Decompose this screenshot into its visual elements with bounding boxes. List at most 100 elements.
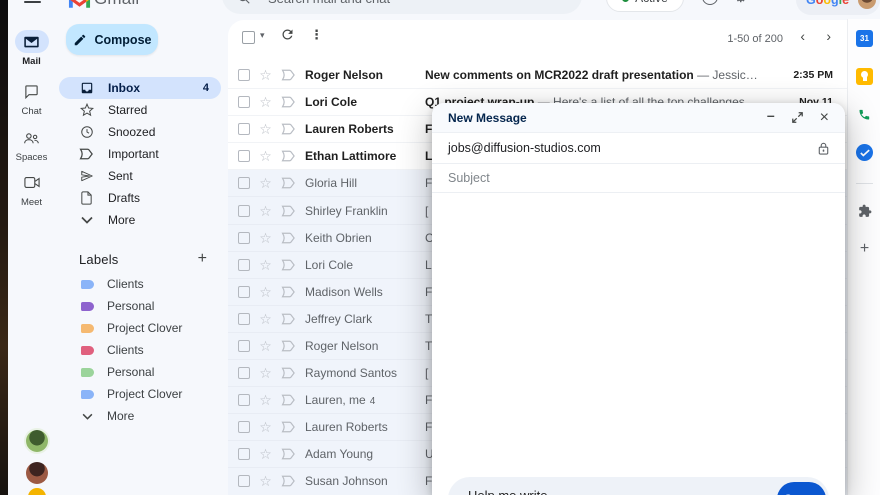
important-icon[interactable]: [281, 421, 297, 433]
close-icon[interactable]: ×: [820, 110, 829, 126]
presence-avatar[interactable]: [28, 488, 46, 495]
star-icon[interactable]: ☆: [258, 176, 273, 190]
sidebar-item-sent[interactable]: Sent: [59, 165, 221, 187]
sidebar-item-drafts[interactable]: Drafts: [59, 187, 221, 209]
star-icon[interactable]: ☆: [258, 312, 273, 326]
important-icon[interactable]: [281, 69, 297, 81]
keep-icon[interactable]: [856, 68, 873, 85]
star-icon[interactable]: ☆: [258, 258, 273, 272]
compose-button[interactable]: Compose: [66, 24, 158, 55]
minimize-icon[interactable]: –: [767, 108, 775, 122]
calendar-icon[interactable]: 31: [856, 30, 873, 47]
important-icon[interactable]: [281, 177, 297, 189]
row-checkbox[interactable]: [238, 205, 250, 217]
rail-item-spaces[interactable]: Spaces: [8, 126, 55, 163]
star-icon[interactable]: ☆: [258, 285, 273, 299]
add-panel-icon[interactable]: +: [856, 240, 873, 257]
refresh-icon[interactable]: [280, 27, 295, 42]
subject-field[interactable]: [432, 164, 845, 193]
sidebar-item-snoozed[interactable]: Snoozed: [59, 121, 221, 143]
row-checkbox[interactable]: [238, 232, 250, 244]
star-icon[interactable]: ☆: [258, 447, 273, 461]
sidebar-item-starred[interactable]: Starred: [59, 99, 221, 121]
important-icon[interactable]: [281, 96, 297, 108]
email-row[interactable]: ☆ Roger Nelson New comments on MCR2022 d…: [228, 62, 847, 89]
add-label-icon[interactable]: +: [198, 250, 207, 268]
search-bar[interactable]: Search mail and chat: [222, 0, 582, 14]
sidebar-item-inbox[interactable]: Inbox 4: [59, 77, 221, 99]
account-pill[interactable]: Google: [796, 0, 880, 15]
more-options-icon[interactable]: •••: [765, 0, 784, 4]
row-checkbox[interactable]: [238, 475, 250, 487]
row-checkbox[interactable]: [238, 123, 250, 135]
popout-icon[interactable]: [792, 112, 803, 123]
tasks-icon[interactable]: [856, 144, 873, 161]
sidebar-item-more[interactable]: More: [59, 209, 221, 231]
compose-header[interactable]: New Message – ×: [432, 103, 845, 133]
star-icon[interactable]: ☆: [258, 231, 273, 245]
important-icon[interactable]: [281, 123, 297, 135]
row-checkbox[interactable]: [238, 286, 250, 298]
help-me-write-bar[interactable]: Help me write Create: [448, 477, 829, 495]
row-checkbox[interactable]: [238, 150, 250, 162]
settings-gear-icon[interactable]: ⚙: [734, 0, 747, 6]
important-icon[interactable]: [281, 367, 297, 379]
star-icon[interactable]: ☆: [258, 339, 273, 353]
important-icon[interactable]: [281, 475, 297, 487]
recipients-field[interactable]: jobs@diffusion-studios.com: [432, 133, 845, 164]
row-checkbox[interactable]: [238, 367, 250, 379]
select-all-checkbox[interactable]: [242, 31, 255, 44]
important-icon[interactable]: [281, 205, 297, 217]
star-icon[interactable]: ☆: [258, 122, 273, 136]
label-item[interactable]: Personal: [59, 361, 221, 383]
star-icon[interactable]: ☆: [258, 204, 273, 218]
row-checkbox[interactable]: [238, 313, 250, 325]
star-icon[interactable]: ☆: [258, 149, 273, 163]
older-page-icon[interactable]: ›: [826, 28, 831, 44]
important-icon[interactable]: [281, 394, 297, 406]
label-item[interactable]: Project Clover: [59, 383, 221, 405]
rail-item-mail[interactable]: Mail: [8, 30, 55, 67]
row-checkbox[interactable]: [238, 394, 250, 406]
create-button[interactable]: Create: [777, 482, 826, 495]
row-checkbox[interactable]: [238, 69, 250, 81]
row-checkbox[interactable]: [238, 96, 250, 108]
star-icon[interactable]: ☆: [258, 68, 273, 82]
voice-icon[interactable]: [856, 106, 873, 123]
sidebar-item-important[interactable]: Important: [59, 143, 221, 165]
labels-more[interactable]: More: [59, 405, 221, 427]
addons-icon[interactable]: [856, 202, 873, 219]
important-icon[interactable]: [281, 232, 297, 244]
label-item[interactable]: Clients: [59, 339, 221, 361]
status-selector[interactable]: Active: [606, 0, 684, 12]
important-icon[interactable]: [281, 286, 297, 298]
label-item[interactable]: Project Clover: [59, 317, 221, 339]
presence-avatar[interactable]: [26, 430, 48, 452]
select-dropdown-icon[interactable]: ▾: [260, 30, 265, 41]
newer-page-icon[interactable]: ‹: [800, 28, 805, 44]
star-icon[interactable]: ☆: [258, 474, 273, 488]
presence-avatar[interactable]: [26, 462, 48, 484]
avatar[interactable]: [858, 0, 876, 9]
label-item[interactable]: Clients: [59, 273, 221, 295]
row-checkbox[interactable]: [238, 448, 250, 460]
rail-item-meet[interactable]: Meet: [8, 171, 55, 208]
star-icon[interactable]: ☆: [258, 393, 273, 407]
star-icon[interactable]: ☆: [258, 95, 273, 109]
star-icon[interactable]: ☆: [258, 420, 273, 434]
help-icon[interactable]: ?: [702, 0, 718, 5]
row-checkbox[interactable]: [238, 421, 250, 433]
star-icon[interactable]: ☆: [258, 366, 273, 380]
label-item[interactable]: Personal: [59, 295, 221, 317]
rail-item-chat[interactable]: Chat: [8, 80, 55, 117]
important-icon[interactable]: [281, 313, 297, 325]
list-more-icon[interactable]: ⋮: [310, 27, 323, 43]
important-icon[interactable]: [281, 150, 297, 162]
important-icon[interactable]: [281, 448, 297, 460]
subject-input[interactable]: [448, 171, 829, 185]
row-checkbox[interactable]: [238, 340, 250, 352]
row-checkbox[interactable]: [238, 259, 250, 271]
row-checkbox[interactable]: [238, 177, 250, 189]
important-icon[interactable]: [281, 340, 297, 352]
important-icon[interactable]: [281, 259, 297, 271]
